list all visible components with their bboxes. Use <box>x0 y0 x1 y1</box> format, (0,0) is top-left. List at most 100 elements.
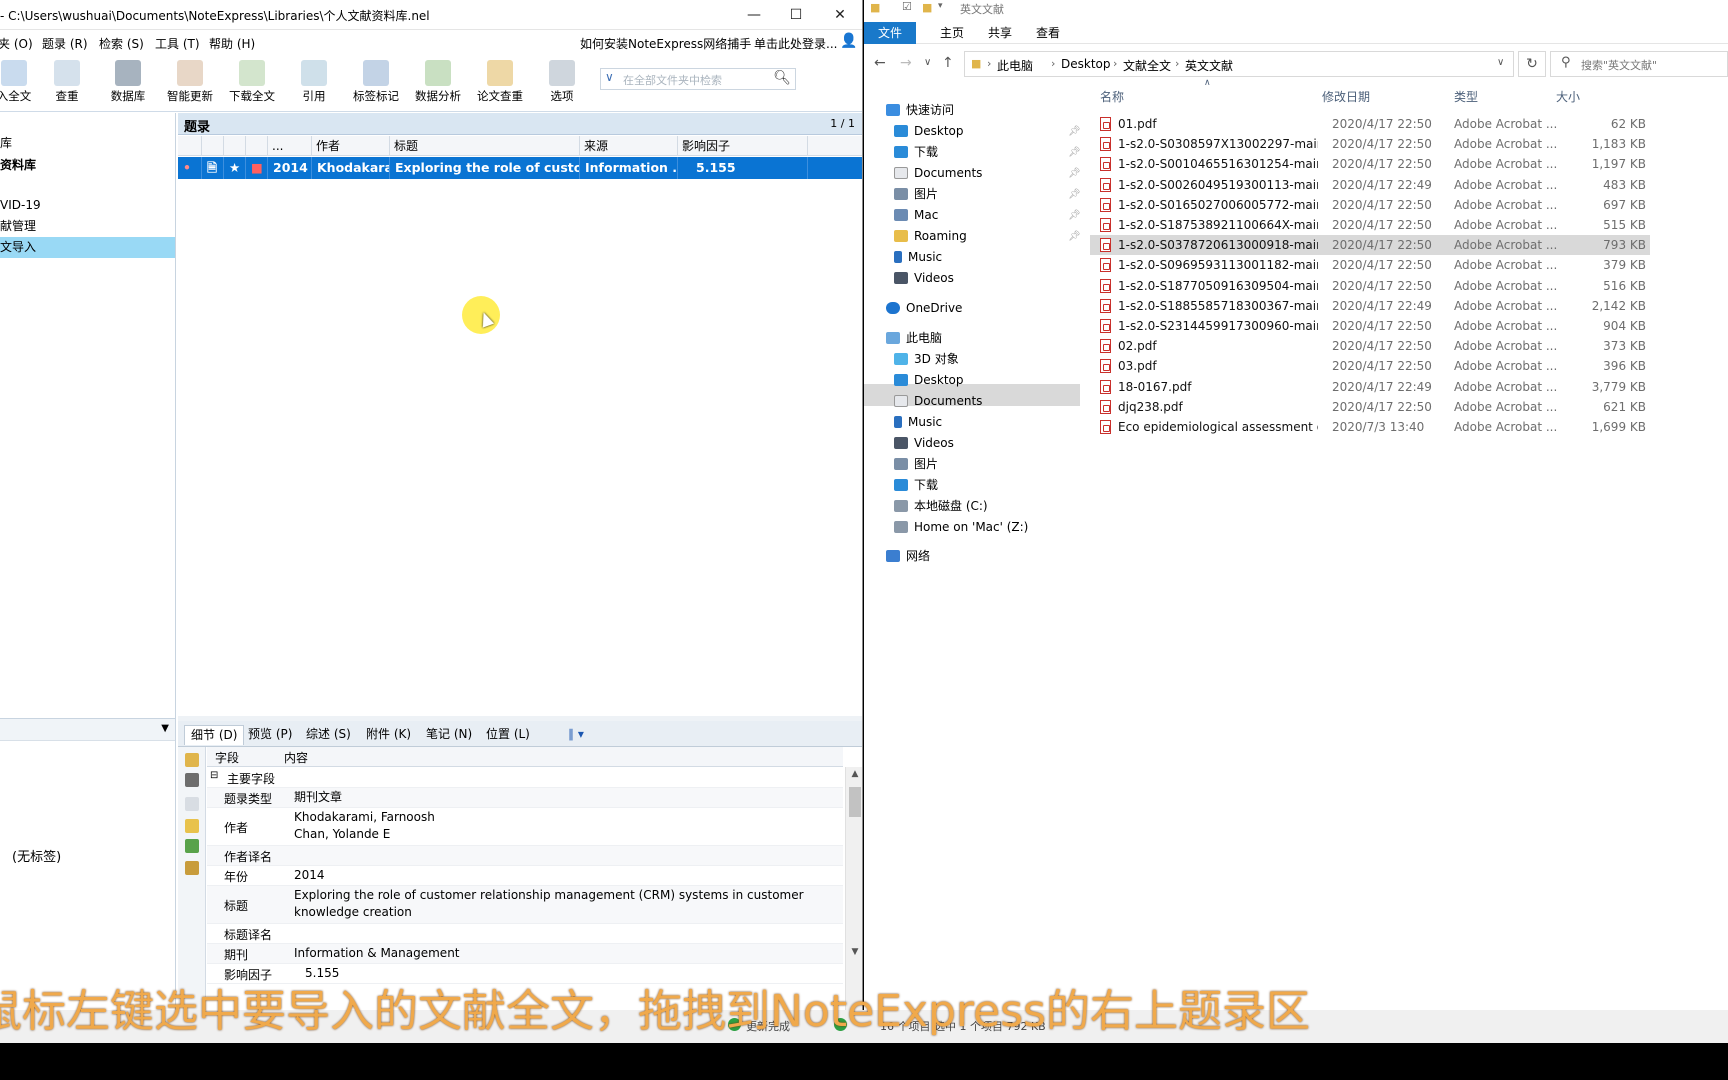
tab-share[interactable]: 共享 <box>976 22 1024 44</box>
file-row[interactable]: 1-s2.0-S0165027006005772-main.pdf 2020/4/… <box>1090 195 1650 215</box>
tree-item-database[interactable]: 资料库 <box>0 155 175 176</box>
tree-item-import[interactable]: 文导入 <box>0 237 175 258</box>
breadcrumb-desktop[interactable]: Desktop <box>1061 57 1111 71</box>
file-row[interactable]: 1-s2.0-S187538921100664X-main.pdf 2020/4/… <box>1090 215 1650 235</box>
nav-quick-access[interactable]: 快速访问 <box>886 100 954 120</box>
col-type[interactable]: 类型 <box>1454 88 1478 105</box>
folder-search-input[interactable]: ∨ 在全部文件夹中检索 🔍︎ <box>600 68 796 90</box>
collapse-icon[interactable]: ⊟ <box>210 770 218 781</box>
field-row[interactable]: 题录类型 期刊文章 <box>207 788 843 808</box>
scroll-down-icon[interactable]: ▼ <box>846 947 862 957</box>
quick-access-dropdown-icon[interactable]: ▾ <box>938 1 943 11</box>
file-row[interactable]: 1-s2.0-S0010465516301254-main.pdf 2020/4/… <box>1090 154 1650 174</box>
tab-view[interactable]: 查看 <box>1024 22 1072 44</box>
file-row[interactable]: 1-s2.0-S1885585718300367-main.pdf 2020/4/… <box>1090 296 1650 316</box>
nav-local-disk[interactable]: 本地磁盘 (C:) <box>894 496 988 516</box>
file-row[interactable]: 1-s2.0-S0026049519300113-main.pdf 2020/4/… <box>1090 175 1650 195</box>
pin-icon[interactable]: 📌︎ <box>1068 231 1081 242</box>
menu-folder[interactable]: 夹 (O) <box>0 35 33 52</box>
nav-mac[interactable]: Mac <box>894 205 938 225</box>
col-impact[interactable]: 影响因子 <box>678 136 808 156</box>
file-row[interactable]: 1-s2.0-S0378720613000918-main.pdf 2020/4/… <box>1090 235 1650 256</box>
paperclip-icon[interactable]: ∥ ▾ <box>562 725 590 745</box>
menu-records[interactable]: 题录 (R) <box>42 35 88 52</box>
save-icon[interactable] <box>185 773 199 787</box>
field-row[interactable]: 标题 Exploring the role of customer relati… <box>207 886 843 924</box>
nav-pictures[interactable]: 图片 <box>894 184 938 204</box>
col-size[interactable]: 大小 <box>1556 88 1580 105</box>
col-author[interactable]: 作者 <box>312 136 390 156</box>
pin-icon[interactable]: 📌︎ <box>1068 126 1081 137</box>
breadcrumb-fulltext[interactable]: 文献全文 <box>1123 57 1171 74</box>
install-capture-link[interactable]: 如何安装NoteExpress网络捕手 <box>580 35 751 52</box>
tab-detail[interactable]: 细节 (D) <box>184 725 245 745</box>
tab-summary[interactable]: 综述 (S) <box>300 725 357 745</box>
download-fulltext-button[interactable]: 下载全文 <box>226 60 278 104</box>
scroll-thumb[interactable] <box>849 787 861 817</box>
tab-location[interactable]: 位置 (L) <box>480 725 536 745</box>
menu-help[interactable]: 帮助 (H) <box>209 35 255 52</box>
lock-icon[interactable] <box>185 753 199 767</box>
file-row[interactable]: 03.pdf 2020/4/17 22:50 Adobe Acrobat ... 39… <box>1090 356 1650 376</box>
field-row[interactable]: 作者译名 <box>207 846 843 866</box>
forward-icon[interactable]: → <box>900 55 912 71</box>
file-row[interactable]: 02.pdf 2020/4/17 22:50 Adobe Acrobat ... 37… <box>1090 336 1650 356</box>
user-icon[interactable]: 👤 <box>840 33 857 49</box>
dropdown-arrow-icon[interactable]: ▼ <box>161 723 169 734</box>
tree-item-literature-mgmt[interactable]: 献管理 <box>0 216 175 237</box>
smart-update-button[interactable]: 智能更新 <box>164 60 216 104</box>
col-source[interactable]: 来源 <box>580 136 678 156</box>
nav-network[interactable]: 网络 <box>886 546 930 566</box>
breadcrumb-this-pc[interactable]: 此电脑 <box>997 57 1033 74</box>
minimize-button[interactable]: — <box>734 4 774 26</box>
refresh-icon[interactable]: ↻ <box>1518 51 1546 77</box>
pin-icon[interactable]: 📌︎ <box>1068 147 1081 158</box>
file-row[interactable]: djq238.pdf 2020/4/17 22:50 Adobe Acrobat .… <box>1090 397 1650 417</box>
nav-desktop-pc[interactable]: Desktop <box>894 370 964 390</box>
file-row[interactable]: 18-0167.pdf 2020/4/17 22:49 Adobe Acrobat … <box>1090 377 1650 397</box>
checkbox-icon[interactable]: ☑ <box>902 0 912 13</box>
maximize-button[interactable]: ☐ <box>776 4 816 26</box>
chevron-down-icon[interactable]: ∨ <box>605 70 614 84</box>
nav-roaming[interactable]: Roaming <box>894 226 967 246</box>
nav-this-pc[interactable]: 此电脑 <box>886 328 942 348</box>
data-analysis-button[interactable]: 数据分析 <box>412 60 464 104</box>
tree-item-library[interactable]: 库 <box>0 133 175 154</box>
file-row[interactable]: 1-s2.0-S1877050916309504-main.pdf 2020/4/… <box>1090 276 1650 296</box>
up-icon[interactable]: ↑ <box>942 55 954 71</box>
col-attach[interactable] <box>202 136 224 156</box>
tab-preview[interactable]: 预览 (P) <box>242 725 298 745</box>
explorer-search-input[interactable]: ⚲ 搜索"英文文献" <box>1550 51 1728 77</box>
field-row[interactable]: 期刊 Information & Management <box>207 944 843 964</box>
file-row[interactable]: 01.pdf 2020/4/17 22:50 Adobe Acrobat ... 62… <box>1090 114 1650 134</box>
nav-music-pc[interactable]: Music <box>894 412 942 432</box>
address-bar[interactable]: ■ › 此电脑 › Desktop › 文献全文 › 英文文献 ∨ <box>964 51 1514 77</box>
tab-file[interactable]: 文件 <box>864 22 917 44</box>
scroll-up-icon[interactable]: ▲ <box>846 769 862 779</box>
menu-search[interactable]: 检索 (S) <box>99 35 144 52</box>
star-icon[interactable]: ★ <box>224 157 246 179</box>
search-icon[interactable]: 🔍︎ <box>773 70 791 86</box>
options-button[interactable]: 选项 <box>536 60 588 104</box>
tab-notes[interactable]: 笔记 (N) <box>420 725 478 745</box>
pin-icon[interactable]: 📌︎ <box>1068 189 1081 200</box>
col-year[interactable]: ... <box>268 136 312 156</box>
field-row[interactable]: 影响因子 5.155 <box>207 964 843 984</box>
file-row[interactable]: 1-s2.0-S2314459917300960-main.pdf 2020/4/… <box>1090 316 1650 336</box>
nav-pictures-pc[interactable]: 图片 <box>894 454 938 474</box>
login-link[interactable]: 单击此处登录... <box>754 35 837 52</box>
field-group[interactable]: ⊟ 主要字段 <box>207 768 843 788</box>
nav-music[interactable]: Music <box>894 247 942 267</box>
tag-button[interactable]: 标签标记 <box>350 60 402 104</box>
back-icon[interactable]: ← <box>874 55 886 71</box>
nav-videos-pc[interactable]: Videos <box>894 433 954 453</box>
tree-item-covid19[interactable]: VID-19 <box>0 195 175 216</box>
tab-home[interactable]: 主页 <box>928 22 976 44</box>
pin-icon[interactable]: 📌︎ <box>1068 210 1081 221</box>
recent-dropdown-icon[interactable]: ∨ <box>924 57 931 68</box>
grid-icon[interactable] <box>185 839 199 853</box>
col-date[interactable]: 修改日期 <box>1322 88 1370 105</box>
copy-icon[interactable] <box>185 797 199 811</box>
menu-tools[interactable]: 工具 (T) <box>155 35 200 52</box>
table-row[interactable]: • 🗎 ★ ■ 2014 Khodakara Exploring the rol… <box>178 157 862 179</box>
